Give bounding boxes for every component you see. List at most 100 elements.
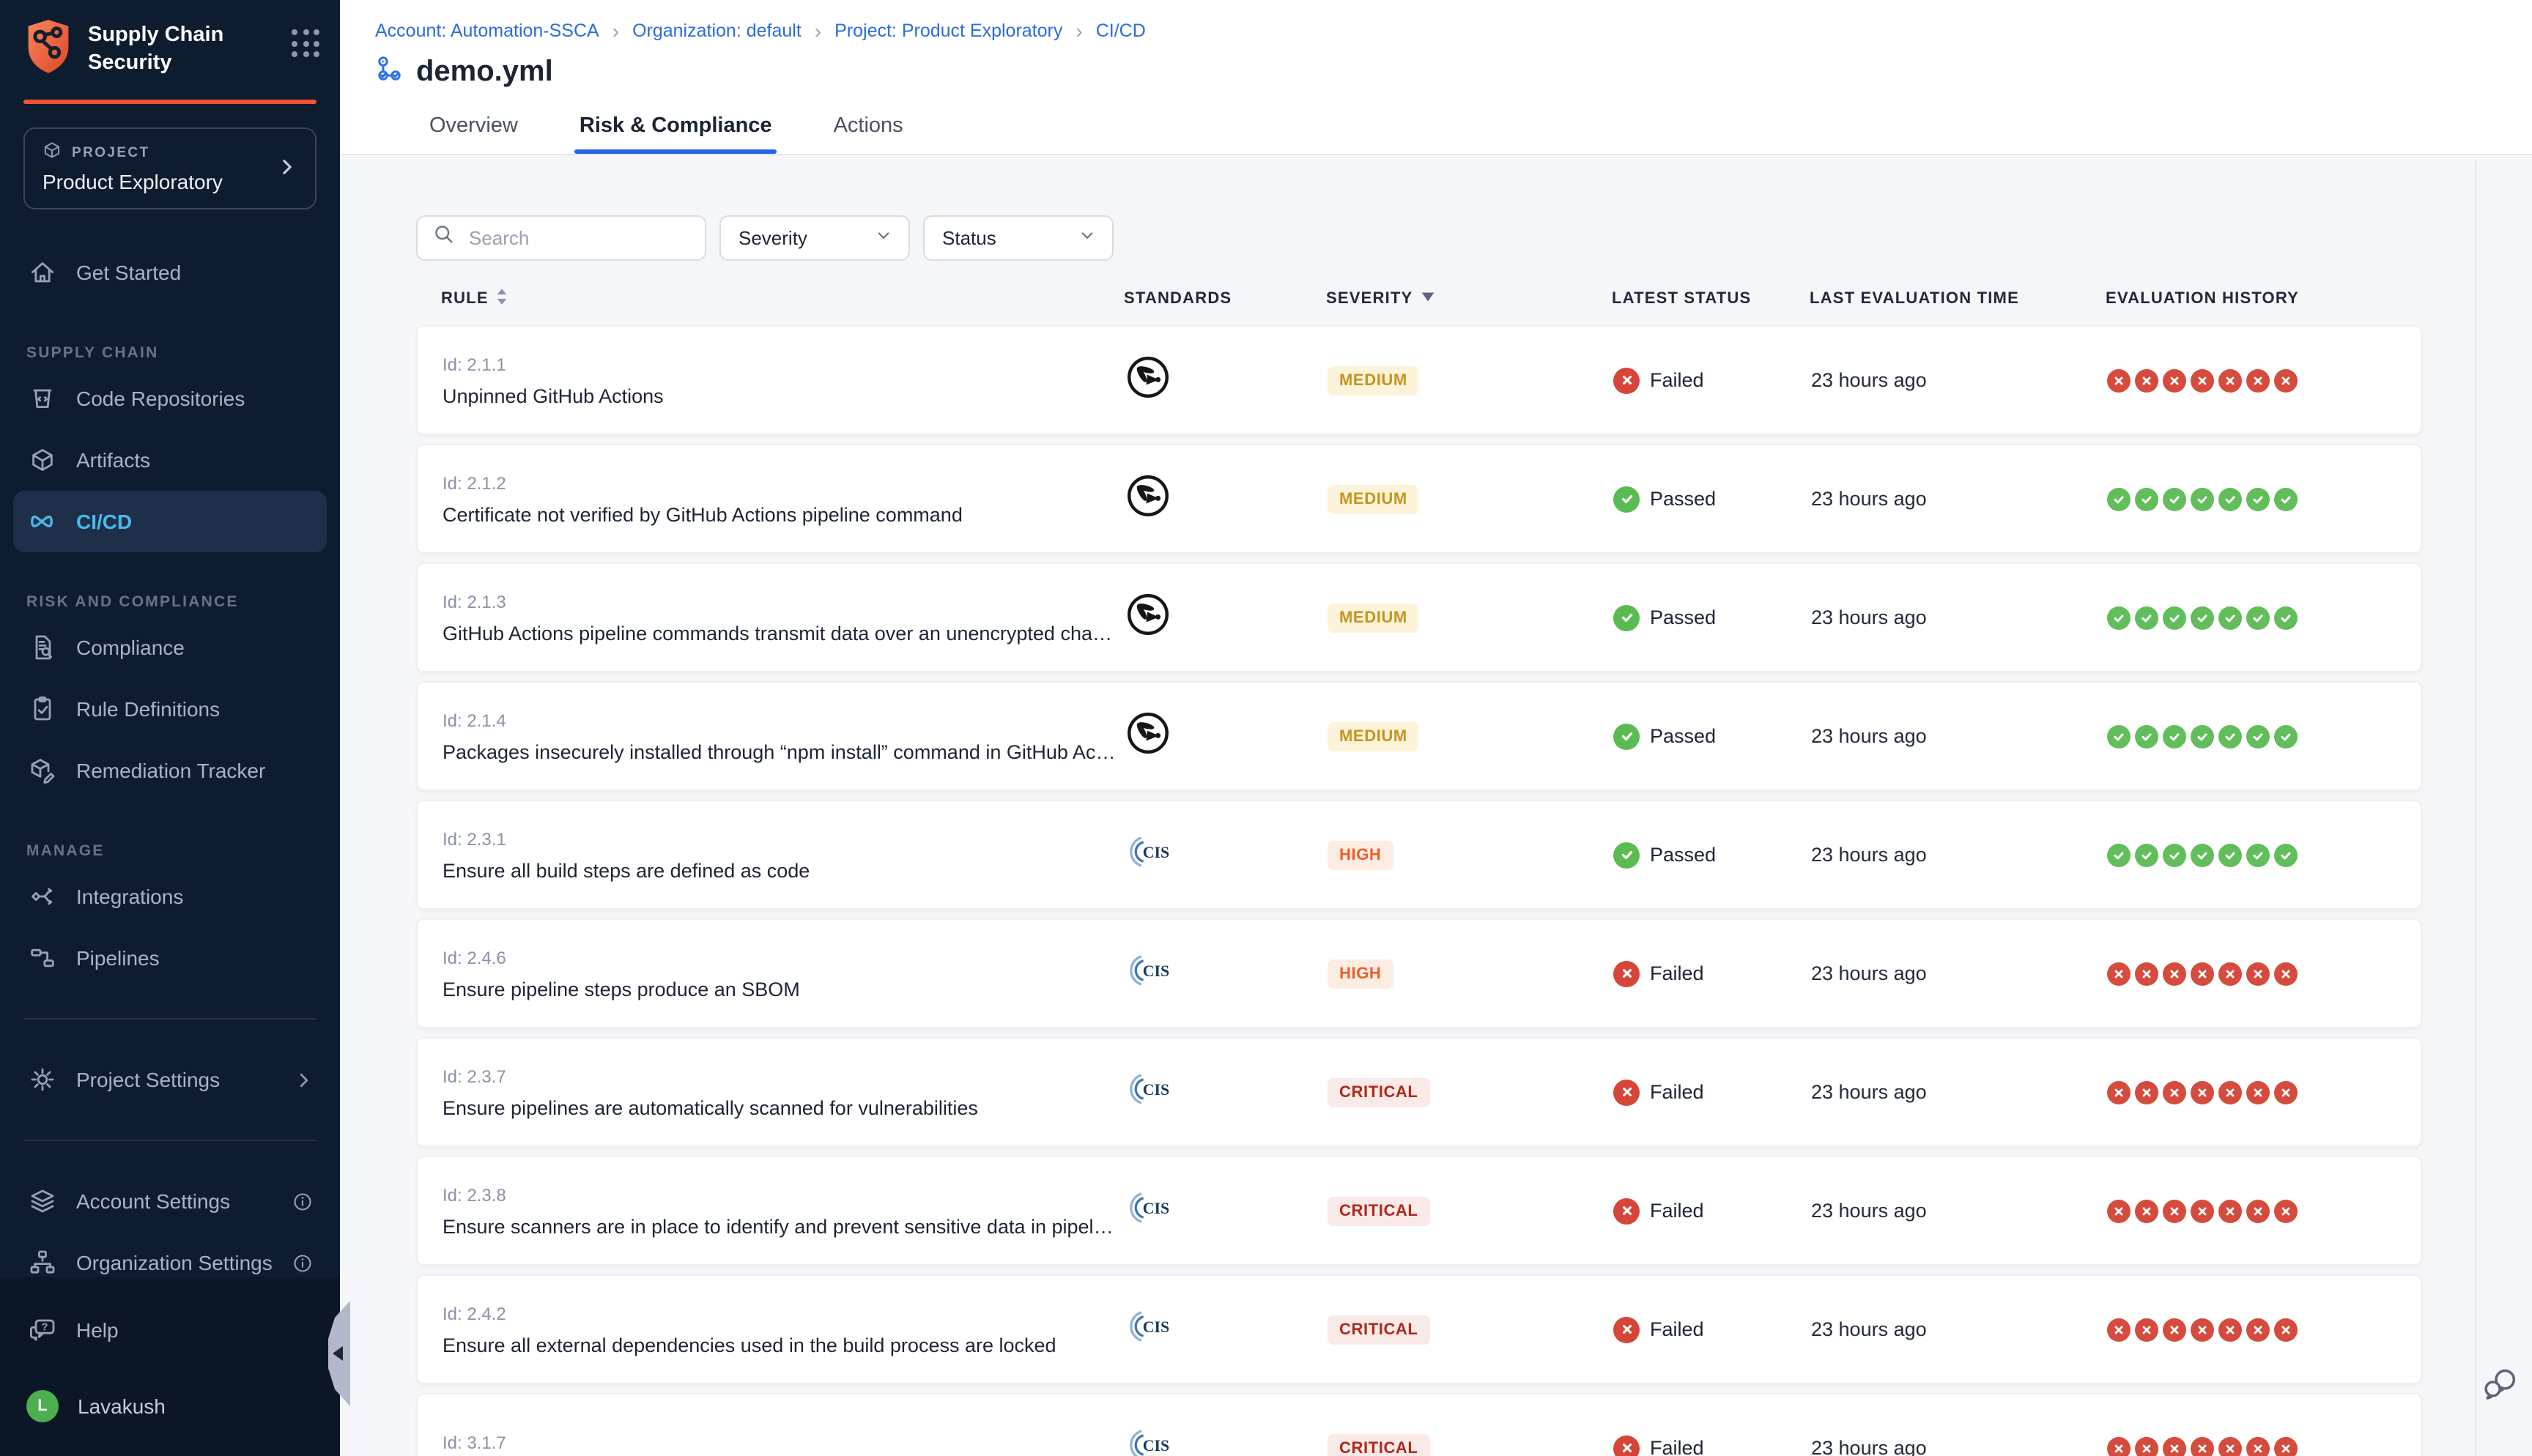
- cis-icon: CIS: [1125, 834, 1171, 875]
- sidebar-item-ci-cd[interactable]: CI/CD: [13, 491, 327, 552]
- history-failed-icon: [2218, 1318, 2242, 1341]
- breadcrumb-link[interactable]: Account: Automation-SSCA: [375, 21, 599, 41]
- help-button[interactable]: ? Help: [0, 1301, 340, 1359]
- svg-text:CIS: CIS: [1143, 962, 1169, 979]
- history-passed-icon: [2135, 843, 2158, 866]
- chevron-down-icon: [873, 226, 894, 250]
- breadcrumb-link[interactable]: Project: Product Exploratory: [834, 21, 1062, 41]
- sidebar-item-pipelines[interactable]: Pipelines: [0, 927, 340, 989]
- last-evaluation-time: 23 hours ago: [1811, 725, 2107, 747]
- column-header-severity[interactable]: SEVERITY: [1326, 290, 1612, 308]
- history-failed-icon: [2135, 1080, 2158, 1104]
- status-label: Passed: [1650, 844, 1716, 866]
- sidebar-item-remediation-tracker[interactable]: Remediation Tracker: [0, 740, 340, 801]
- rule-row[interactable]: Id: 2.1.2 Certificate not verified by Gi…: [416, 444, 2422, 554]
- column-header-rule[interactable]: RULE: [441, 287, 1124, 311]
- severity-cell: CRITICAL: [1328, 1315, 1613, 1344]
- severity-badge: CRITICAL: [1328, 1315, 1429, 1344]
- severity-cell: CRITICAL: [1328, 1433, 1613, 1456]
- severity-filter-dropdown[interactable]: Severity: [719, 215, 910, 261]
- column-label: LAST EVALUATION TIME: [1810, 290, 2019, 308]
- sidebar-item-artifacts[interactable]: Artifacts: [0, 429, 340, 491]
- rule-row[interactable]: Id: 2.3.7 Ensure pipelines are automatic…: [416, 1037, 2422, 1147]
- sidebar-item-compliance[interactable]: Compliance: [0, 617, 340, 678]
- rule-row[interactable]: Id: 2.1.3 GitHub Actions pipeline comman…: [416, 562, 2422, 672]
- tab-bar: Overview Risk & Compliance Actions: [375, 91, 2532, 154]
- last-evaluation-time: 23 hours ago: [1811, 369, 2107, 391]
- rule-row[interactable]: Id: 2.4.2 Ensure all external dependenci…: [416, 1274, 2422, 1384]
- breadcrumb-link[interactable]: CI/CD: [1096, 21, 1146, 41]
- info-icon[interactable]: [292, 1252, 314, 1274]
- svg-text:CIS: CIS: [1143, 843, 1169, 861]
- sidebar-item-get-started[interactable]: Get Started: [0, 242, 340, 303]
- main-area: Account: Automation-SSCA › Organization: d…: [340, 0, 2532, 1456]
- sidebar-bottom: ? Help L Lavakush: [0, 1277, 340, 1456]
- sidebar-item-organization-settings[interactable]: Organization Settings: [0, 1232, 340, 1277]
- breadcrumb-link[interactable]: Organization: default: [632, 21, 802, 41]
- project-name: Product Exploratory: [42, 170, 277, 193]
- severity-badge: HIGH: [1328, 959, 1393, 988]
- history-passed-icon: [2163, 724, 2186, 748]
- history-passed-icon: [2274, 843, 2298, 866]
- sidebar-item-label: Artifacts: [76, 448, 150, 472]
- rule-id: Id: 2.4.6: [443, 947, 1125, 967]
- sidebar-item-account-settings[interactable]: Account Settings: [0, 1170, 340, 1232]
- svg-text:CIS: CIS: [1143, 1080, 1169, 1098]
- history-passed-icon: [2135, 606, 2158, 629]
- tab-risk-compliance[interactable]: Risk & Compliance: [575, 114, 777, 154]
- table-header: RULE STANDARDS SEVERITY LATEST STATUS: [416, 287, 2422, 311]
- history-passed-icon: [2163, 487, 2186, 510]
- project-box-icon: [42, 141, 62, 164]
- tab-actions[interactable]: Actions: [829, 114, 908, 154]
- last-evaluation-time: 23 hours ago: [1811, 1437, 2107, 1456]
- history-failed-icon: [2191, 1199, 2214, 1222]
- rule-id: Id: 2.3.7: [443, 1066, 1125, 1086]
- sidebar-item-rule-definitions[interactable]: Rule Definitions: [0, 678, 340, 740]
- rule-row[interactable]: Id: 2.4.6 Ensure pipeline steps produce …: [416, 918, 2422, 1028]
- rule-row[interactable]: Id: 2.3.1 Ensure all build steps are def…: [416, 800, 2422, 910]
- history-passed-icon: [2218, 724, 2242, 748]
- standards-cell: [1125, 591, 1328, 644]
- rule-cell: Id: 3.1.7: [443, 1433, 1125, 1456]
- rule-row[interactable]: Id: 2.1.4 Packages insecurely installed …: [416, 681, 2422, 791]
- evaluation-history: [2107, 487, 2421, 510]
- chat-support-icon[interactable]: [2481, 1365, 2520, 1412]
- sidebar-item-label: Get Started: [76, 261, 181, 284]
- rule-cell: Id: 2.3.1 Ensure all build steps are def…: [443, 828, 1125, 881]
- sidebar-item-code-repositories[interactable]: Code Repositories: [0, 368, 340, 429]
- last-evaluation-time: 23 hours ago: [1811, 844, 2107, 866]
- history-failed-icon: [2274, 368, 2298, 392]
- rule-cell: Id: 2.4.6 Ensure pipeline steps produce …: [443, 947, 1125, 1000]
- standards-cell: CIS: [1125, 1190, 1328, 1231]
- rule-row[interactable]: Id: 2.3.8 Ensure scanners are in place t…: [416, 1156, 2422, 1266]
- sidebar-item-label: Code Repositories: [76, 387, 245, 410]
- rule-row[interactable]: Id: 2.1.1 Unpinned GitHub Actions MEDIUM…: [416, 325, 2422, 435]
- sidebar-item-label: Integrations: [76, 885, 183, 908]
- cis-icon: CIS: [1125, 1071, 1171, 1113]
- failed-status-icon: [1613, 367, 1640, 393]
- search-input[interactable]: [466, 226, 690, 250]
- severity-badge: MEDIUM: [1328, 365, 1419, 395]
- app-switcher-grid-icon[interactable]: [292, 29, 319, 57]
- breadcrumb-separator: ›: [1076, 21, 1082, 41]
- history-failed-icon: [2163, 962, 2186, 985]
- info-icon[interactable]: [292, 1190, 314, 1212]
- evaluation-history: [2107, 962, 2421, 985]
- user-menu[interactable]: L Lavakush: [0, 1377, 340, 1435]
- rule-cell: Id: 2.1.3 GitHub Actions pipeline comman…: [443, 591, 1125, 644]
- rule-cell: Id: 2.1.4 Packages insecurely installed …: [443, 710, 1125, 762]
- evaluation-history: [2107, 724, 2421, 748]
- sidebar-item-project-settings[interactable]: Project Settings: [0, 1049, 340, 1110]
- latest-status-cell: Failed: [1613, 1435, 1811, 1456]
- latest-status-cell: Passed: [1613, 486, 1811, 512]
- status-filter-dropdown[interactable]: Status: [923, 215, 1114, 261]
- column-label: EVALUATION HISTORY: [2106, 290, 2299, 308]
- cis-icon: CIS: [1125, 1309, 1171, 1350]
- rule-id: Id: 2.1.1: [443, 354, 1125, 374]
- standards-cell: CIS: [1125, 1309, 1328, 1350]
- project-selector[interactable]: PROJECT Product Exploratory: [23, 127, 316, 209]
- rule-row[interactable]: Id: 3.1.7 CIS CRITICAL Failed 23 hours a…: [416, 1393, 2422, 1456]
- tab-overview[interactable]: Overview: [425, 114, 522, 154]
- sidebar-item-integrations[interactable]: Integrations: [0, 866, 340, 927]
- history-failed-icon: [2218, 962, 2242, 985]
